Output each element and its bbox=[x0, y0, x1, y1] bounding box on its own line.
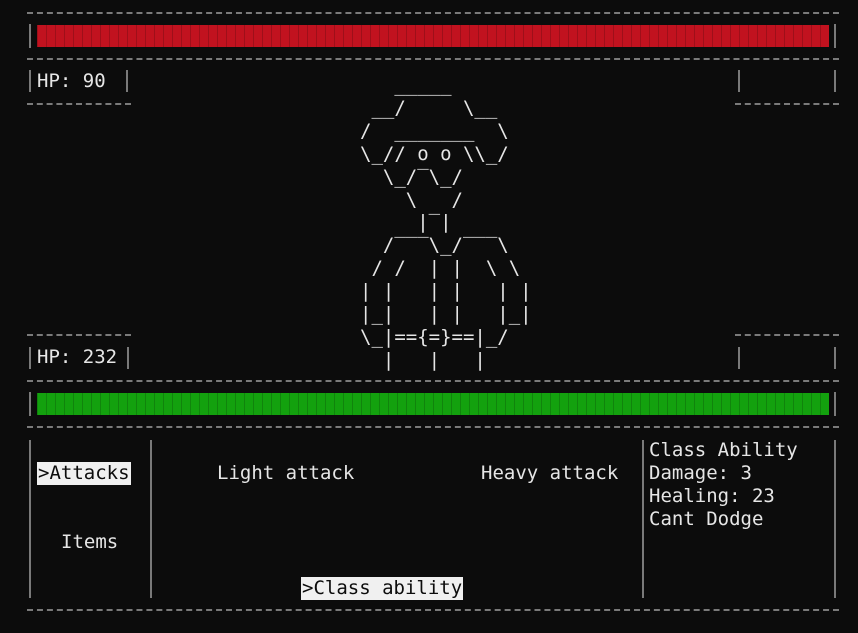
category-attacks[interactable]: >Attacks bbox=[37, 462, 131, 485]
info-dodge: Cant Dodge bbox=[649, 508, 764, 530]
category-items[interactable]: Items bbox=[61, 531, 118, 554]
player-bar-bottom-border bbox=[27, 426, 839, 428]
enemy-hp-box-left bbox=[29, 70, 31, 92]
option-light-attack[interactable]: Light attack bbox=[217, 462, 354, 485]
option-class-ability[interactable]: >Class ability bbox=[301, 577, 464, 600]
info-damage: Damage: 3 bbox=[649, 462, 752, 484]
player-hp-box-left bbox=[29, 347, 31, 369]
right-box-bottom-right-edge bbox=[834, 347, 836, 369]
option-heavy-attack[interactable]: Heavy attack bbox=[481, 462, 618, 485]
top-border bbox=[27, 12, 839, 14]
enemy-bar-bottom-border bbox=[27, 58, 839, 60]
right-box-top-left-edge bbox=[738, 70, 740, 92]
enemy-health-bar bbox=[37, 25, 829, 47]
menu-info-divider bbox=[642, 440, 644, 598]
player-hp-box-top bbox=[27, 334, 131, 336]
enemy-bar-left-edge bbox=[29, 24, 31, 48]
player-health-bar bbox=[37, 393, 829, 415]
info-title: Class Ability bbox=[649, 439, 798, 461]
player-bar-right-edge bbox=[834, 392, 836, 416]
enemy-bar-right-edge bbox=[834, 24, 836, 48]
menu-left-edge bbox=[29, 440, 31, 598]
player-hp-box-right bbox=[127, 347, 129, 369]
right-box-top-bottom bbox=[735, 103, 839, 105]
player-bar-top-border bbox=[27, 380, 839, 382]
info-healing: Healing: 23 bbox=[649, 485, 775, 507]
enemy-hp-label: HP: 90 bbox=[37, 70, 106, 92]
enemy-hp-box-right bbox=[126, 70, 128, 92]
bottom-border bbox=[27, 609, 839, 611]
enemy-sprite: _____ __/ \__ / _______ \ \_// o o \\_/ … bbox=[360, 74, 532, 371]
right-box-top-right-edge bbox=[834, 70, 836, 92]
player-bar-left-edge bbox=[29, 392, 31, 416]
enemy-hp-box-bottom bbox=[27, 103, 131, 105]
right-box-bottom-left-edge bbox=[738, 347, 740, 369]
player-hp-label: HP: 232 bbox=[37, 346, 118, 368]
menu-category-divider bbox=[150, 440, 152, 598]
right-box-bottom-top bbox=[735, 334, 839, 336]
menu-right-edge bbox=[834, 440, 836, 598]
